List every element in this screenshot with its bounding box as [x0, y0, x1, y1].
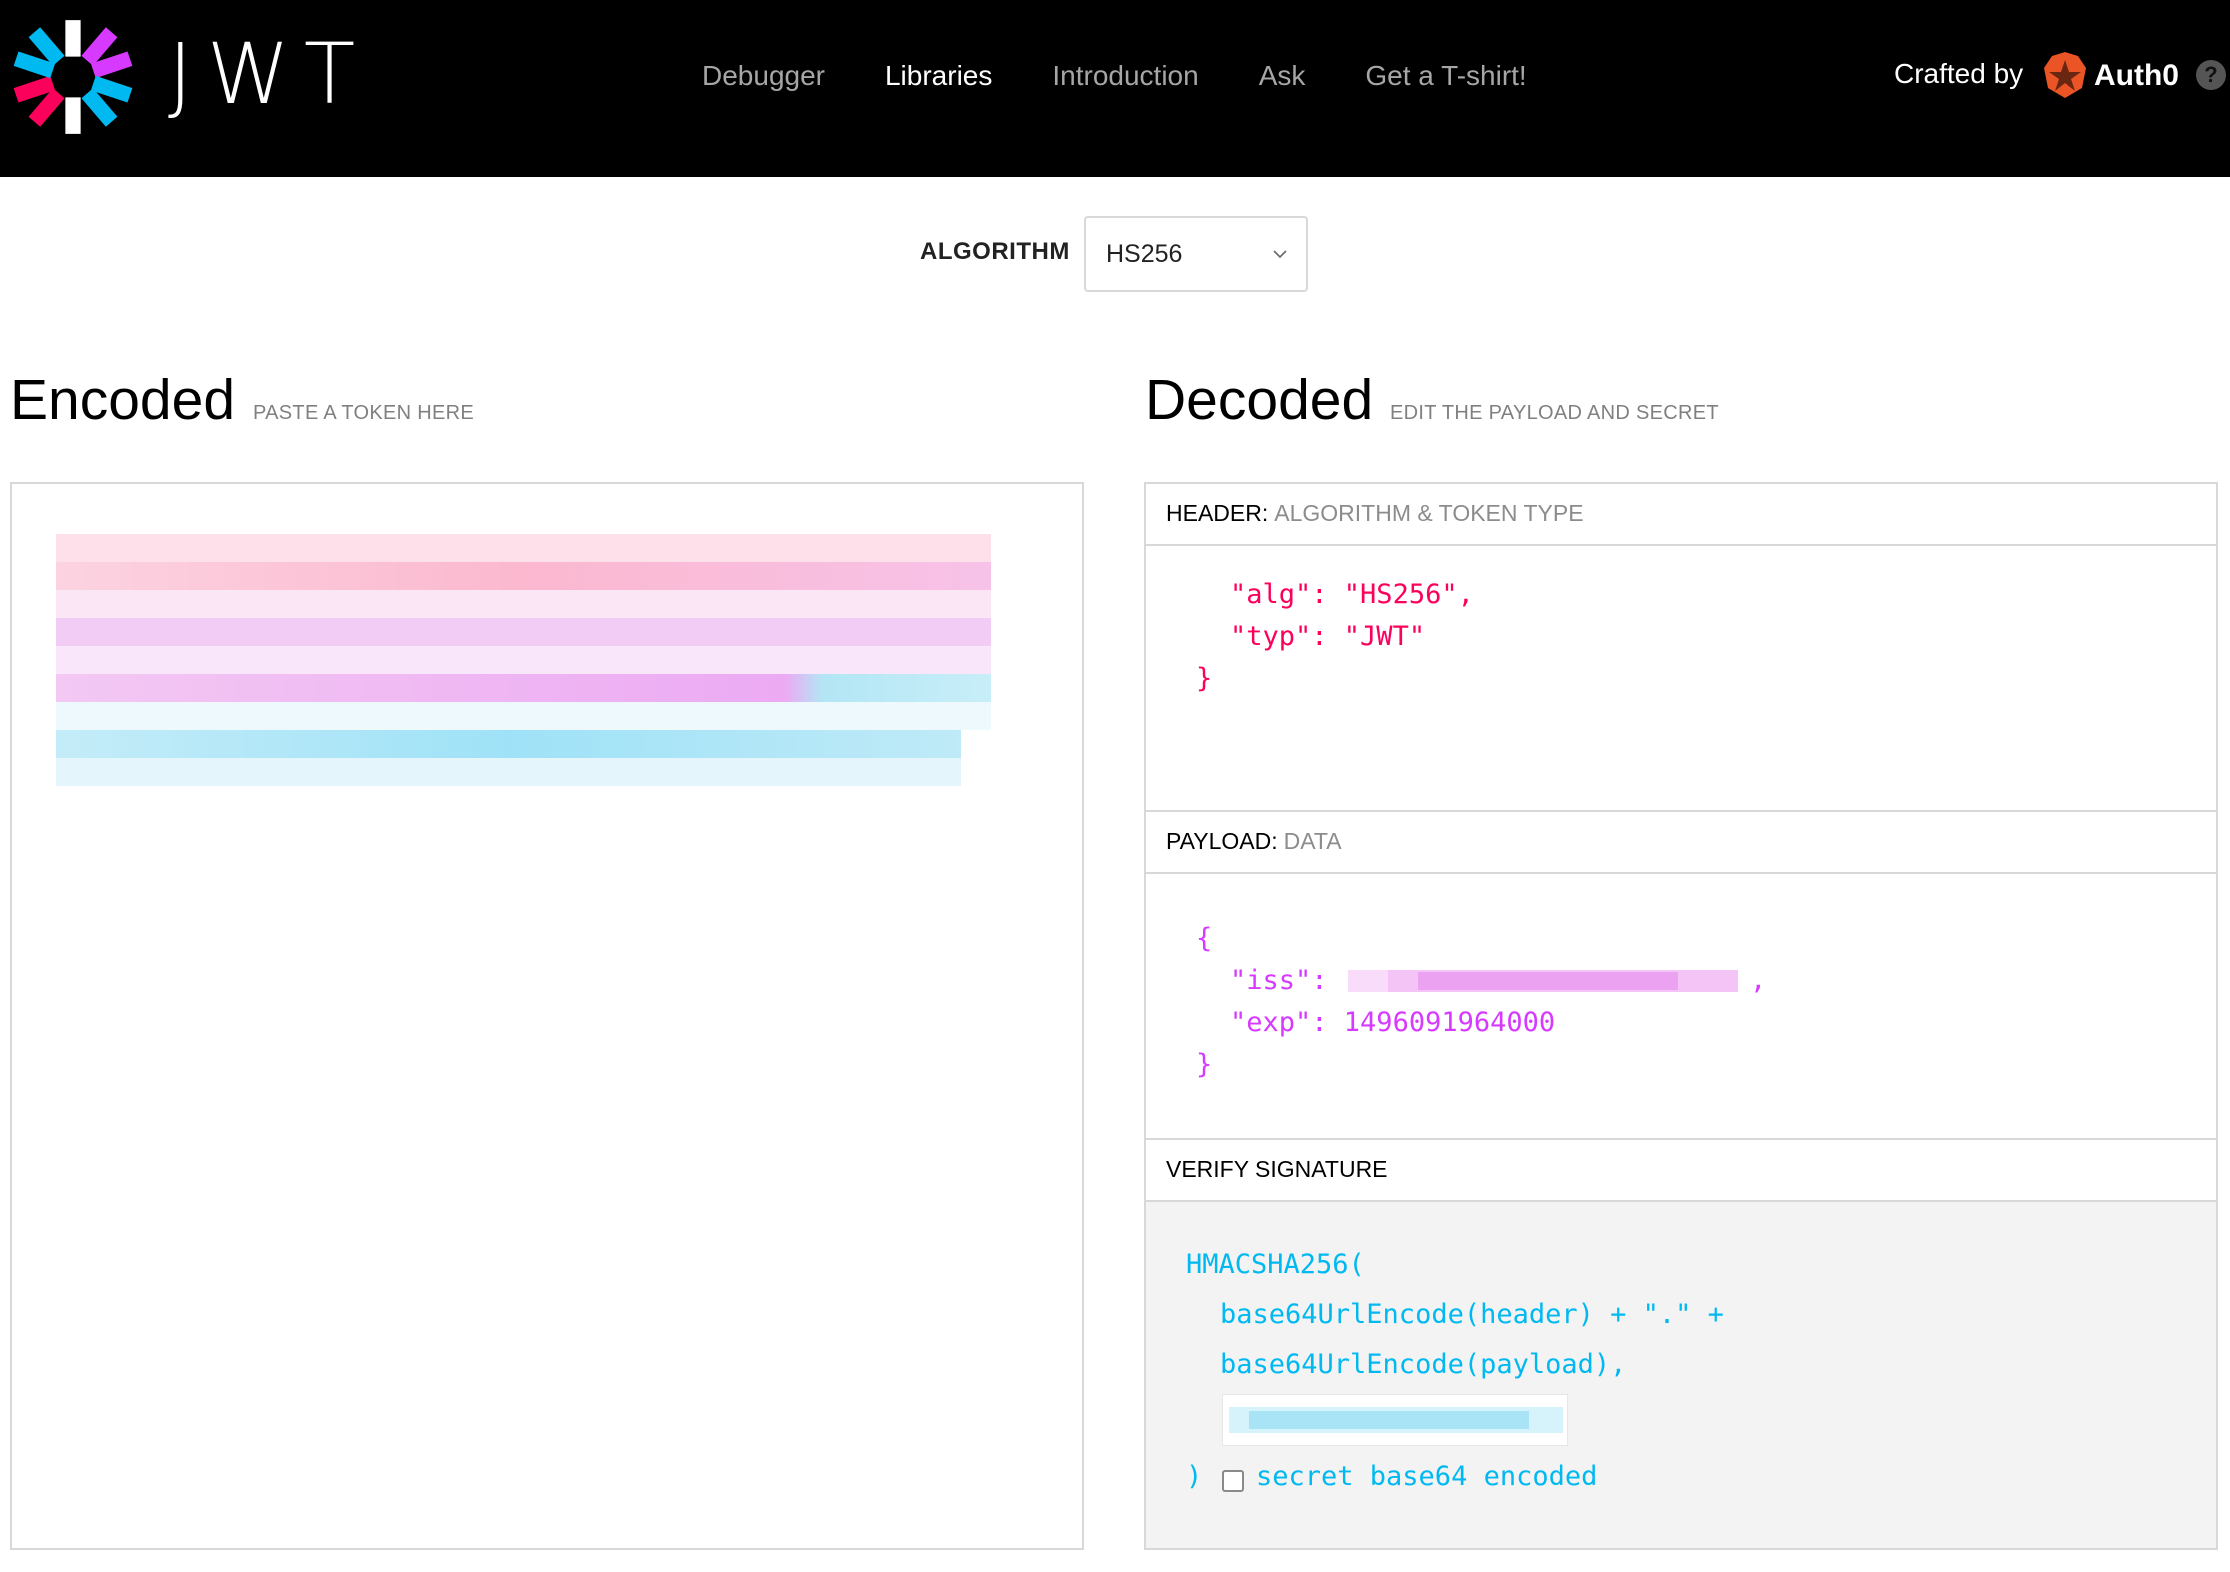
signature-line-header: base64UrlEncode(header) + "." + [1220, 1299, 1724, 1330]
signature-line-payload: base64UrlEncode(payload), [1220, 1349, 1627, 1380]
secret-base64-label[interactable]: secret base64 encoded [1256, 1456, 1597, 1498]
top-navbar: JWT Debugger Libraries Introduction Ask … [0, 0, 2230, 177]
payload-section-head: PAYLOAD: DATA [1146, 812, 2216, 874]
redacted-token-image [56, 534, 991, 786]
crafted-by-label: Crafted by [1894, 58, 2024, 89]
nav-ask[interactable]: Ask [1259, 58, 1306, 94]
payload-json-close-brace: } [1196, 1049, 1213, 1080]
decoded-subtitle: EDIT THE PAYLOAD AND SECRET [1390, 402, 1719, 424]
header-json-close-brace: } [1196, 663, 1213, 694]
decoded-panel: HEADER: ALGORITHM & TOKEN TYPE "alg": "HS… [1144, 482, 2218, 1550]
redacted-secret-image [1229, 1407, 1563, 1433]
nav-libraries[interactable]: Libraries [885, 58, 992, 94]
nav-debugger[interactable]: Debugger [702, 58, 825, 94]
algorithm-select[interactable]: HS256 [1084, 216, 1308, 292]
nav-get-tshirt[interactable]: Get a T-shirt! [1365, 58, 1526, 94]
header-section-label: HEADER: ALGORITHM & TOKEN TYPE [1166, 500, 1584, 526]
header-section-head: HEADER: ALGORITHM & TOKEN TYPE [1146, 484, 2216, 546]
auth0-link[interactable]: Auth0 [2094, 58, 2179, 94]
signature-fn-open: HMACSHA256( [1186, 1249, 1365, 1280]
jwt-logo-icon[interactable] [12, 16, 134, 138]
secret-input[interactable] [1222, 1394, 1568, 1446]
verify-signature-body: HMACSHA256( base64UrlEncode(header) + ".… [1146, 1202, 2216, 1548]
secret-base64-checkbox[interactable] [1222, 1470, 1244, 1492]
encoded-title: Encoded [10, 368, 236, 432]
algorithm-label: ALGORITHM [920, 238, 1070, 265]
chevron-down-icon [1273, 250, 1287, 259]
payload-section-sub: DATA [1283, 828, 1342, 854]
decoded-title: Decoded [1145, 368, 1374, 432]
help-icon[interactable]: ? [2196, 60, 2226, 90]
main-nav: Debugger Libraries Introduction Ask Get … [702, 58, 1527, 94]
encoded-subtitle: PASTE A TOKEN HERE [253, 402, 475, 424]
brand-wordmark[interactable]: JWT [168, 32, 369, 116]
header-json-line-typ[interactable]: "typ": "JWT" [1230, 616, 1425, 658]
header-section-sub: ALGORITHM & TOKEN TYPE [1274, 500, 1584, 526]
verify-section-head: VERIFY SIGNATURE [1146, 1140, 2216, 1202]
nav-introduction[interactable]: Introduction [1052, 58, 1198, 94]
payload-json-comma: , [1750, 965, 1767, 996]
payload-json-open-brace: { [1196, 923, 1213, 954]
payload-json-line-exp[interactable]: "exp": 1496091964000 [1230, 1002, 1555, 1044]
auth0-logo-icon[interactable] [2042, 50, 2088, 100]
signature-fn-close: ) [1186, 1461, 1203, 1492]
verify-section-label: VERIFY SIGNATURE [1166, 1156, 1388, 1182]
encoded-token-input[interactable] [10, 482, 1084, 1550]
redacted-iss-value-image [1348, 970, 1738, 992]
algorithm-selected-value: HS256 [1106, 240, 1183, 268]
payload-section-label: PAYLOAD: DATA [1166, 828, 1342, 854]
payload-json-line-iss[interactable]: "iss": [1230, 960, 1344, 1002]
header-json-line-alg[interactable]: "alg": "HS256", [1230, 574, 1474, 616]
